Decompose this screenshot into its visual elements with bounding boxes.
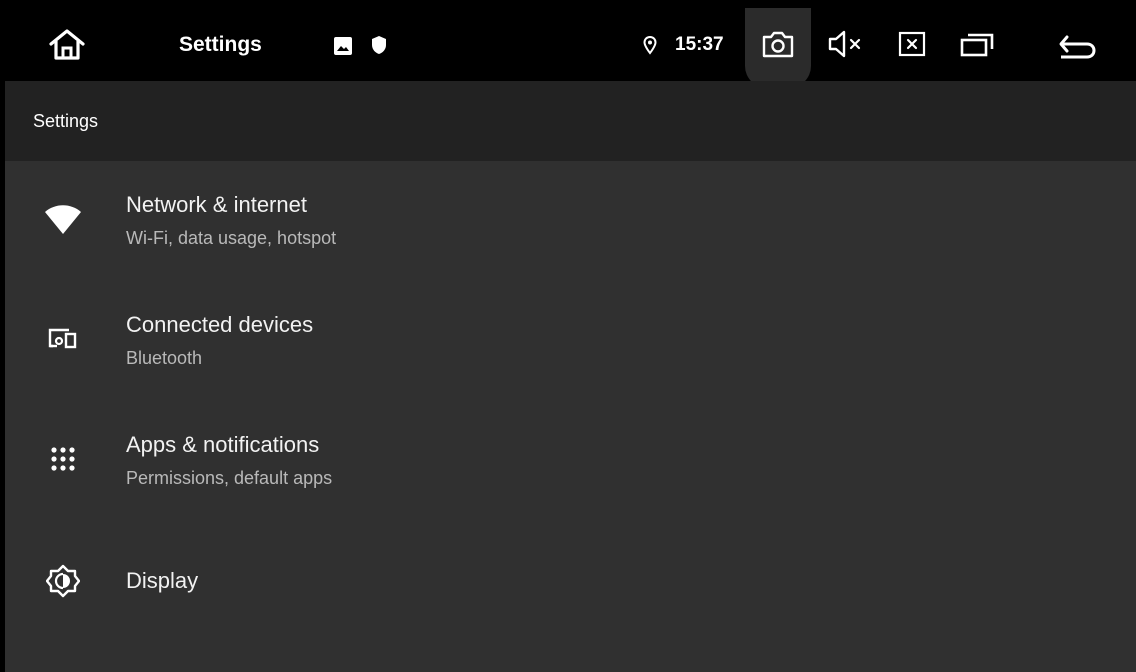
mute-button[interactable] xyxy=(823,24,869,64)
settings-item-network[interactable]: Network & internet Wi-Fi, data usage, ho… xyxy=(5,161,1136,281)
settings-screen: Settings 15:37 Settings Network & intern… xyxy=(5,8,1136,672)
camera-icon xyxy=(762,31,794,58)
apps-grid-icon xyxy=(43,439,83,479)
settings-item-connected-devices[interactable]: Connected devices Bluetooth xyxy=(5,281,1136,401)
close-box-icon xyxy=(898,31,926,57)
back-button[interactable] xyxy=(1051,22,1103,66)
wifi-icon xyxy=(43,199,83,239)
recent-apps-button[interactable] xyxy=(955,24,999,64)
settings-item-apps[interactable]: Apps & notifications Permissions, defaul… xyxy=(5,401,1136,521)
page-title: Settings xyxy=(33,111,99,131)
status-bar-title: Settings xyxy=(179,33,262,56)
app-bar: Settings xyxy=(5,81,1136,161)
connected-devices-icon xyxy=(43,319,83,359)
shield-icon xyxy=(369,34,389,56)
location-pin-icon xyxy=(641,34,659,56)
settings-list: Network & internet Wi-Fi, data usage, ho… xyxy=(5,161,1136,641)
recent-apps-icon xyxy=(960,33,994,57)
status-bar: Settings 15:37 xyxy=(5,8,1136,88)
settings-item-title: Display xyxy=(126,568,199,593)
status-bar-time: 15:37 xyxy=(675,34,724,55)
back-arrow-icon xyxy=(1059,35,1096,59)
screenshot-button[interactable] xyxy=(745,8,811,88)
settings-item-display[interactable]: Display xyxy=(5,521,1136,641)
brightness-icon xyxy=(43,561,83,601)
home-button[interactable] xyxy=(41,22,93,66)
home-icon xyxy=(49,29,85,60)
image-notification-icon xyxy=(332,35,354,57)
close-button[interactable] xyxy=(891,24,933,64)
settings-item-title: Network & internet xyxy=(126,192,307,217)
settings-item-subtitle: Bluetooth xyxy=(126,348,203,368)
settings-item-title: Apps & notifications xyxy=(126,432,320,457)
settings-item-title: Connected devices xyxy=(126,312,314,337)
volume-muted-icon xyxy=(828,30,861,58)
settings-item-subtitle: Wi-Fi, data usage, hotspot xyxy=(126,228,337,248)
settings-item-subtitle: Permissions, default apps xyxy=(126,468,333,488)
